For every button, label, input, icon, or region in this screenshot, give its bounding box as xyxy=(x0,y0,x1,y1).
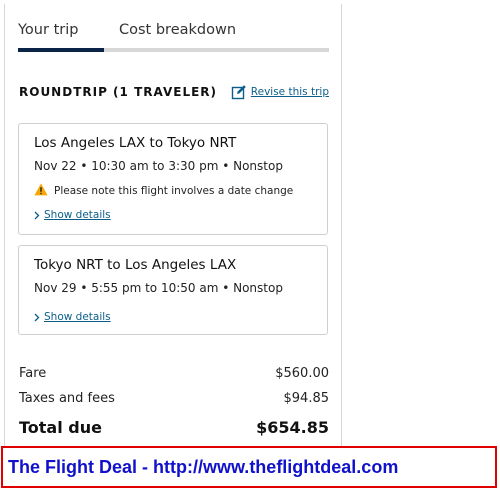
total-row: Total due $654.85 xyxy=(19,414,329,439)
tab-active-indicator xyxy=(18,48,104,52)
taxes-row: Taxes and fees $94.85 xyxy=(19,389,329,414)
total-value: $654.85 xyxy=(256,418,329,437)
show-details-link[interactable]: Show details xyxy=(34,205,111,224)
tab-your-trip[interactable]: Your trip xyxy=(18,22,78,38)
flight-schedule: Nov 22 • 10:30 am to 3:30 pm • Nonstop xyxy=(34,159,283,173)
flight-card-outbound: Los Angeles LAX to Tokyo NRT Nov 22 • 10… xyxy=(18,123,328,235)
edit-icon xyxy=(231,84,247,100)
flight-card-return: Tokyo NRT to Los Angeles LAX Nov 29 • 5:… xyxy=(18,245,328,335)
date-change-notice: Please note this flight involves a date … xyxy=(34,181,293,200)
total-label: Total due xyxy=(19,418,102,437)
show-details-label[interactable]: Show details xyxy=(44,209,111,221)
fare-value: $560.00 xyxy=(275,366,329,381)
taxes-value: $94.85 xyxy=(283,391,330,406)
flight-route: Los Angeles LAX to Tokyo NRT xyxy=(34,135,237,151)
taxes-label: Taxes and fees xyxy=(19,391,115,406)
flight-schedule: Nov 29 • 5:55 pm to 10:50 am • Nonstop xyxy=(34,281,283,295)
show-details-label[interactable]: Show details xyxy=(44,311,111,323)
chevron-right-icon xyxy=(34,307,40,326)
revise-trip-label[interactable]: Revise this trip xyxy=(251,86,329,98)
watermark-banner: The Flight Deal - http://www.theflightde… xyxy=(1,446,497,488)
fare-label: Fare xyxy=(19,366,47,381)
tab-cost-breakdown[interactable]: Cost breakdown xyxy=(119,22,236,38)
date-change-text: Please note this flight involves a date … xyxy=(54,184,294,197)
warning-icon xyxy=(34,181,48,200)
revise-trip-link[interactable]: Revise this trip xyxy=(231,84,329,100)
flight-route: Tokyo NRT to Los Angeles LAX xyxy=(34,257,237,273)
banner-text: The Flight Deal - http://www.theflightde… xyxy=(8,457,399,477)
cost-summary: Fare $560.00 Taxes and fees $94.85 Total… xyxy=(19,364,329,439)
chevron-right-icon xyxy=(34,205,40,224)
trip-header: ROUNDTRIP (1 TRAVELER) Revise this trip xyxy=(19,84,329,104)
trip-summary-panel: Your trip Cost breakdown ROUNDTRIP (1 TR… xyxy=(4,4,342,454)
tab-bar: Your trip Cost breakdown xyxy=(18,19,329,55)
show-details-link[interactable]: Show details xyxy=(34,307,111,326)
fare-row: Fare $560.00 xyxy=(19,364,329,389)
trip-title: ROUNDTRIP (1 TRAVELER) xyxy=(19,85,218,99)
